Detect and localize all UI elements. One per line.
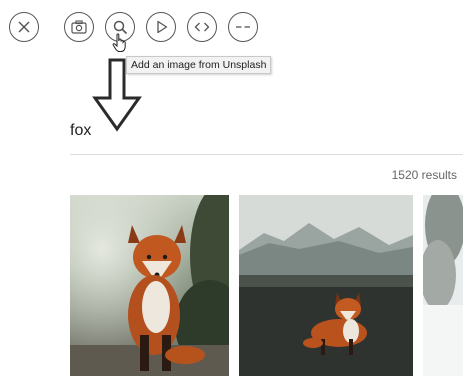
add-divider-button[interactable] xyxy=(228,12,258,42)
snow-photo-image xyxy=(423,195,463,376)
add-image-button[interactable] xyxy=(64,12,94,42)
close-button[interactable] xyxy=(9,12,39,42)
add-video-button[interactable] xyxy=(146,12,176,42)
camera-icon xyxy=(71,20,87,34)
image-result[interactable] xyxy=(423,195,463,376)
close-icon xyxy=(18,21,30,33)
code-icon xyxy=(194,22,210,32)
fox-photo-image xyxy=(239,195,413,376)
tooltip: Add an image from Unsplash xyxy=(126,56,272,74)
dashes-icon xyxy=(236,26,250,28)
play-icon xyxy=(156,20,167,34)
hand-cursor-icon xyxy=(112,33,126,52)
image-result[interactable] xyxy=(70,195,229,376)
image-result[interactable] xyxy=(239,195,413,376)
down-arrow-icon xyxy=(92,58,142,132)
fox-photo-image xyxy=(70,195,229,376)
add-embed-button[interactable] xyxy=(187,12,217,42)
results-count: 1520 results xyxy=(391,168,457,182)
search-input[interactable]: fox xyxy=(70,122,91,140)
search-underline xyxy=(70,154,463,155)
